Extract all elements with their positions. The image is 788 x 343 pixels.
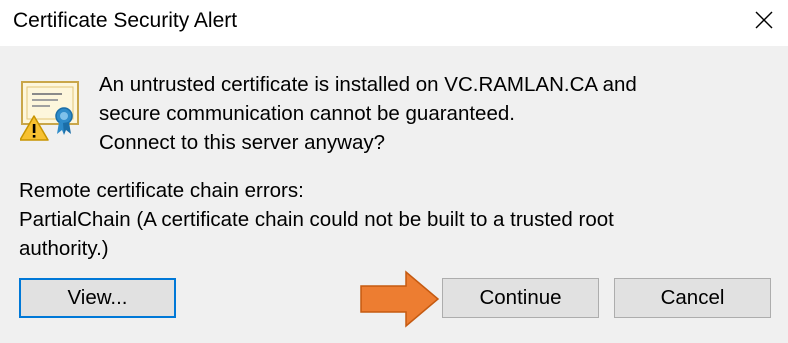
certificate-warning-icon — [20, 81, 79, 141]
continue-button[interactable]: Continue — [442, 278, 599, 318]
certificate-security-alert-dialog: Certificate Security Alert An untrusted … — [0, 0, 788, 343]
errors-heading: Remote certificate chain errors: — [19, 179, 304, 202]
error-line: PartialChain (A certificate chain could … — [19, 208, 614, 231]
alert-message: An untrusted certificate is installed on… — [99, 70, 637, 157]
error-line: authority.) — [19, 237, 109, 260]
view-button[interactable]: View... — [19, 278, 176, 318]
cancel-button[interactable]: Cancel — [614, 278, 771, 318]
close-icon — [755, 11, 773, 29]
message-line: Connect to this server anyway? — [99, 131, 385, 154]
close-button[interactable] — [744, 2, 784, 38]
arrow-right-icon — [360, 270, 440, 328]
title-bar: Certificate Security Alert — [0, 0, 788, 46]
message-line: secure communication cannot be guarantee… — [99, 102, 515, 125]
chain-errors: Remote certificate chain errors: Partial… — [19, 176, 614, 263]
window-title: Certificate Security Alert — [13, 9, 238, 32]
message-line: An untrusted certificate is installed on… — [99, 73, 637, 96]
